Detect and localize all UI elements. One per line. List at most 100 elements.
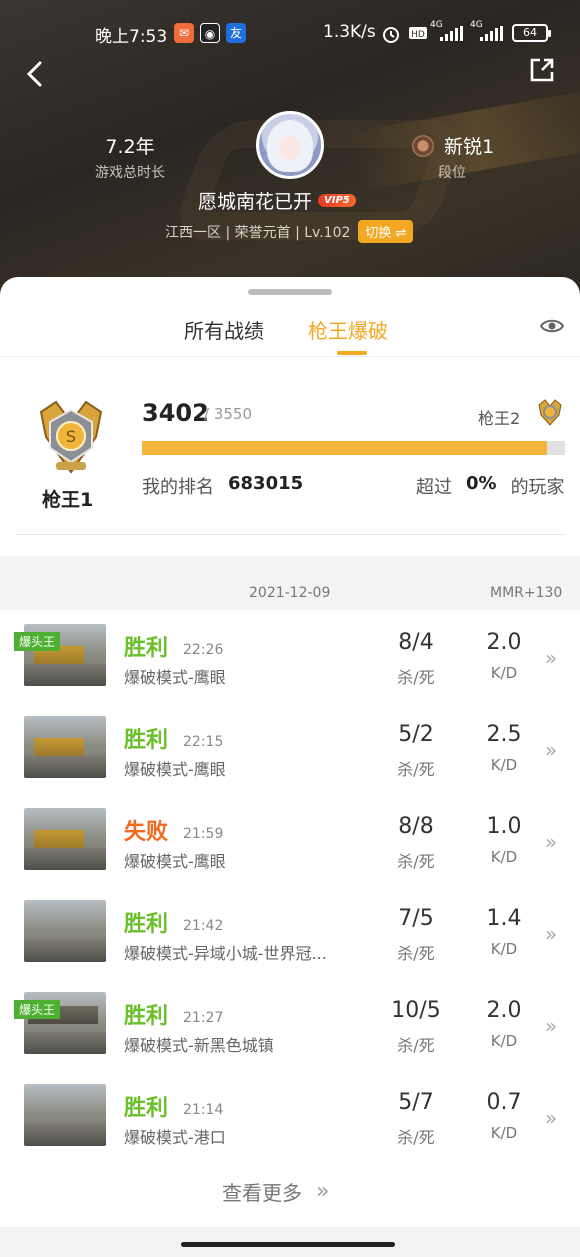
match-mode: 爆破模式-鹰眼 bbox=[124, 668, 226, 687]
next-rank-medal-icon bbox=[538, 399, 562, 426]
alipay-icon: 友 bbox=[226, 23, 246, 43]
current-rank-label: 枪王1 bbox=[42, 489, 94, 511]
match-row[interactable]: 失败 21:59 爆破模式-鹰眼 8/8 杀/死 1.0 K/D » bbox=[0, 794, 580, 886]
headshot-king-badge: 爆头王 bbox=[14, 632, 61, 651]
qq-icon: ◉ bbox=[200, 23, 220, 43]
profile-header: 晚上7:53 ✉ ◉ 友 1.3K/s HD 4G 4G 64 7.2年 游戏总… bbox=[0, 0, 580, 300]
tab-active-indicator bbox=[337, 351, 367, 355]
map-thumbnail bbox=[24, 1084, 106, 1146]
username-row: 愿城南花已开 VIP5 bbox=[198, 187, 356, 214]
server-info-row: 江西一区 | 荣誉元首 | Lv.102 切换 ⇌ bbox=[165, 220, 414, 243]
status-bar: 晚上7:53 ✉ ◉ 友 1.3K/s HD 4G 4G 64 bbox=[0, 18, 580, 50]
kills-deaths-label: 杀/死 bbox=[397, 668, 435, 687]
kd-ratio-label: K/D bbox=[490, 848, 518, 866]
match-result: 胜利 bbox=[124, 1096, 169, 1121]
my-rank-row: 我的排名 683015 bbox=[142, 473, 303, 499]
kills-deaths-label: 杀/死 bbox=[397, 1036, 435, 1055]
match-mode: 爆破模式-鹰眼 bbox=[124, 852, 226, 871]
rank-value: 新锐1 bbox=[444, 136, 495, 158]
date-header: 2021-12-09 MMR+130 bbox=[0, 580, 580, 610]
kills-deaths-label: 杀/死 bbox=[397, 944, 435, 963]
kd-ratio-label: K/D bbox=[490, 1032, 518, 1050]
chevron-right-icon: » bbox=[545, 1106, 558, 1130]
kd-ratio-value: 2.5 bbox=[486, 722, 522, 747]
server-info: 江西一区 | 荣誉元首 | Lv.102 bbox=[165, 224, 351, 241]
view-more-button[interactable]: 查看更多 » bbox=[222, 1177, 329, 1206]
kd-ratio-value: 1.4 bbox=[486, 906, 522, 931]
map-thumbnail bbox=[24, 808, 106, 870]
rank-progress-bar bbox=[142, 441, 565, 455]
tab-sniper-blast[interactable]: 枪王爆破 bbox=[308, 315, 388, 344]
chevron-right-icon: » bbox=[545, 738, 558, 762]
match-time: 21:27 bbox=[183, 1010, 224, 1026]
hd-icon: HD bbox=[409, 27, 427, 40]
section-gap bbox=[0, 556, 580, 580]
status-time: 晚上7:53 bbox=[95, 27, 168, 47]
view-more-label: 查看更多 bbox=[222, 1181, 302, 1205]
match-row[interactable]: 爆头王 胜利 22:26 爆破模式-鹰眼 8/4 杀/死 2.0 K/D » bbox=[0, 610, 580, 702]
play-time-value: 7.2年 bbox=[105, 136, 155, 158]
exceed-suffix: 的玩家 bbox=[510, 477, 565, 498]
match-result: 胜利 bbox=[124, 1004, 169, 1029]
exceed-value: 0% bbox=[466, 473, 497, 494]
my-rank-label: 我的排名 bbox=[142, 477, 214, 498]
match-list: 爆头王 胜利 22:26 爆破模式-鹰眼 8/4 杀/死 2.0 K/D» 胜利 22:15 爆破模… bbox=[0, 610, 580, 1162]
play-time-stat: 7.2年 游戏总时长 bbox=[90, 132, 170, 182]
back-arrow-icon[interactable] bbox=[22, 60, 50, 88]
svg-text:HD: HD bbox=[411, 30, 425, 40]
signal-1-icon bbox=[440, 26, 463, 41]
tab-all-records[interactable]: 所有战绩 bbox=[184, 315, 264, 344]
map-thumbnail bbox=[24, 716, 106, 778]
section-divider bbox=[15, 534, 565, 535]
match-mode: 爆破模式-港口 bbox=[124, 1128, 226, 1147]
chevron-right-icon: » bbox=[545, 922, 558, 946]
home-indicator[interactable] bbox=[181, 1242, 395, 1247]
kills-deaths-label: 杀/死 bbox=[397, 1128, 435, 1147]
match-time: 21:42 bbox=[183, 918, 224, 934]
rank-score: 3402 bbox=[142, 399, 209, 427]
match-row[interactable]: 胜利 22:15 爆破模式-鹰眼 5/2 杀/死 2.5 K/D » bbox=[0, 702, 580, 794]
drag-handle[interactable] bbox=[248, 289, 332, 295]
kd-ratio-value: 2.0 bbox=[486, 630, 522, 655]
next-rank-label: 枪王2 bbox=[478, 409, 521, 428]
match-row[interactable]: 爆头王 胜利 21:27 爆破模式-新黑色城镇 10/5 杀/死 2.0 K/D » bbox=[0, 978, 580, 1070]
match-mode: 爆破模式-新黑色城镇 bbox=[124, 1036, 274, 1055]
play-time-label: 游戏总时长 bbox=[95, 165, 165, 181]
my-rank-value: 683015 bbox=[228, 473, 304, 494]
share-icon[interactable] bbox=[528, 56, 556, 84]
rank-medal-icon: S bbox=[39, 400, 103, 474]
battery-icon: 64 bbox=[512, 24, 551, 42]
avatar-face bbox=[279, 136, 301, 160]
kills-deaths-label: 杀/死 bbox=[397, 852, 435, 871]
match-time: 21:59 bbox=[183, 826, 224, 842]
kd-ratio-label: K/D bbox=[490, 1124, 518, 1142]
match-result: 失败 bbox=[124, 820, 169, 845]
switch-button[interactable]: 切换 ⇌ bbox=[358, 220, 414, 243]
exceed-prefix: 超过 bbox=[416, 477, 452, 498]
rank-badge-icon bbox=[412, 134, 434, 157]
match-time: 22:26 bbox=[183, 642, 224, 658]
kd-ratio-label: K/D bbox=[490, 940, 518, 958]
avatar[interactable] bbox=[256, 111, 324, 179]
kills-deaths-value: 5/2 bbox=[398, 722, 434, 747]
match-result: 胜利 bbox=[124, 728, 169, 753]
kills-deaths-value: 7/5 bbox=[398, 906, 434, 931]
kd-ratio-value: 2.0 bbox=[486, 998, 522, 1023]
kd-ratio-label: K/D bbox=[490, 756, 518, 774]
headshot-king-badge: 爆头王 bbox=[14, 1000, 61, 1019]
tabs-divider bbox=[0, 356, 580, 357]
match-mode: 爆破模式-异域小城-世界冠... bbox=[124, 944, 327, 963]
match-row[interactable]: 胜利 21:42 爆破模式-异域小城-世界冠... 7/5 杀/死 1.4 K/D » bbox=[0, 886, 580, 978]
vip-badge: VIP5 bbox=[318, 194, 356, 207]
match-row[interactable]: 胜利 21:14 爆破模式-港口 5/7 杀/死 0.7 K/D » bbox=[0, 1070, 580, 1162]
chevron-right-icon: » bbox=[545, 1014, 558, 1038]
kills-deaths-value: 8/8 bbox=[398, 814, 434, 839]
kd-ratio-label: K/D bbox=[490, 664, 518, 682]
double-chevron-icon: » bbox=[316, 1179, 330, 1204]
rank-stat: 新锐1 段位 bbox=[412, 132, 522, 182]
chevron-right-icon: » bbox=[545, 830, 558, 854]
rank-progress-fill bbox=[142, 441, 548, 455]
eye-icon[interactable] bbox=[540, 317, 564, 335]
match-time: 21:14 bbox=[183, 1102, 224, 1118]
map-thumbnail bbox=[24, 900, 106, 962]
